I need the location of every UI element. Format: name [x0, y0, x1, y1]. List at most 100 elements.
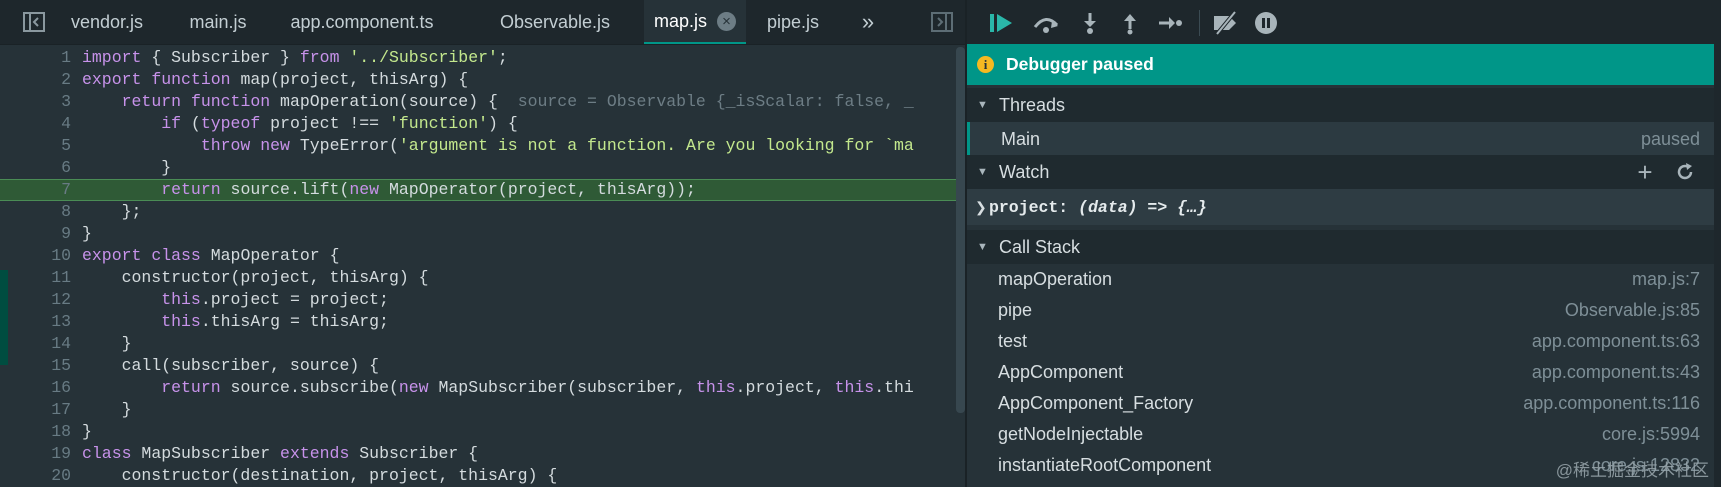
code-token: this	[161, 312, 201, 331]
call-stack-frame[interactable]: mapOperation map.js:7	[967, 264, 1714, 295]
line-number[interactable]: 13	[0, 311, 71, 333]
line-text: call(subscriber, source) {	[82, 355, 379, 377]
watch-expression[interactable]: ❯ project: (data) => {…}	[967, 189, 1714, 225]
code-line[interactable]: 12 this.project = project;	[0, 289, 958, 311]
line-number[interactable]: 20	[0, 465, 71, 487]
resume-button[interactable]	[987, 8, 1017, 38]
code-line[interactable]: 19 class MapSubscriber extends Subscriber…	[0, 443, 958, 465]
step-into-button[interactable]	[1075, 8, 1105, 38]
code-line[interactable]: 2 export function map(project, thisArg) {	[0, 69, 958, 91]
code-line[interactable]: 1 import { Subscriber } from '../Subscrib…	[0, 47, 958, 69]
thread-item-main[interactable]: Main paused	[967, 122, 1714, 156]
tab-label: app.component.ts	[290, 11, 434, 32]
step-button[interactable]	[1155, 8, 1185, 38]
line-number[interactable]: 7	[0, 180, 71, 200]
watermark: @稀土掘金技术社区	[1555, 461, 1709, 480]
code-line[interactable]: 10 export class MapOperator {	[0, 245, 958, 267]
code-line[interactable]: 4 if (typeof project !== 'function') {	[0, 113, 958, 135]
toggle-navigator-button[interactable]	[12, 0, 56, 44]
code-line[interactable]: 15 call(subscriber, source) {	[0, 355, 958, 377]
code-token: ;	[497, 48, 508, 67]
threads-section-header[interactable]: ▼ Threads	[967, 88, 1714, 122]
code-line[interactable]: 6 }	[0, 157, 958, 179]
code-line[interactable]: 20 constructor(destination, project, thi…	[0, 465, 958, 487]
deactivate-breakpoints-button[interactable]	[1211, 8, 1241, 38]
code-token: class	[82, 444, 132, 463]
frame-function-name: AppComponent_Factory	[998, 393, 1194, 413]
code-token: function	[151, 70, 231, 89]
line-number[interactable]: 10	[0, 245, 71, 267]
line-number[interactable]: 19	[0, 443, 71, 465]
code-token: MapSubscriber(subscriber,	[428, 378, 696, 397]
collapse-caret-icon: ▼	[977, 241, 988, 253]
refresh-watch-button[interactable]	[1670, 155, 1700, 189]
call-stack-frame[interactable]: AppComponent_Factory app.component.ts:116	[967, 388, 1714, 419]
line-text: constructor(project, thisArg) {	[82, 267, 429, 289]
line-number[interactable]: 5	[0, 135, 71, 157]
watch-expression-name: project:	[989, 197, 1079, 217]
debugger-scrollbar[interactable]	[1714, 44, 1721, 487]
call-stack-frame[interactable]: getNodeInjectable core.js:5994	[967, 419, 1714, 450]
frame-function-name: pipe	[998, 300, 1033, 320]
code-line[interactable]: 11 constructor(project, thisArg) {	[0, 267, 958, 289]
step-over-icon	[1033, 18, 1059, 33]
line-number[interactable]: 2	[0, 69, 71, 91]
line-number[interactable]: 17	[0, 399, 71, 421]
call-stack-frame[interactable]: pipe Observable.js:85	[967, 295, 1714, 326]
line-number[interactable]: 1	[0, 47, 71, 69]
line-text: }	[82, 333, 132, 355]
line-text: return function mapOperation(source) { s…	[82, 91, 914, 113]
code-line[interactable]: 16 return source.subscribe(new MapSubscr…	[0, 377, 958, 399]
code-token: '../Subscriber'	[349, 48, 498, 67]
watch-section-header[interactable]: ▼ Watch +	[967, 155, 1714, 189]
line-number[interactable]: 4	[0, 113, 71, 135]
tab-main-js[interactable]: main.js	[172, 0, 264, 44]
code-line[interactable]: 8 };	[0, 201, 958, 223]
code-token: (	[181, 114, 201, 133]
code-token: throw	[200, 136, 251, 155]
tab-map-js[interactable]: map.js ×	[644, 0, 746, 44]
line-text: return source.subscribe(new MapSubscribe…	[82, 377, 914, 399]
add-watch-button[interactable]: +	[1630, 155, 1660, 189]
call-stack-section-header[interactable]: ▼ Call Stack	[967, 230, 1714, 264]
line-number[interactable]: 14	[0, 333, 71, 355]
step-over-button[interactable]	[1031, 8, 1061, 38]
section-title: Call Stack	[999, 236, 1081, 257]
code-line[interactable]: 9}	[0, 223, 958, 245]
code-line[interactable]: 17 }	[0, 399, 958, 421]
line-number[interactable]: 18	[0, 421, 71, 443]
line-number[interactable]: 16	[0, 377, 71, 399]
tab-app-component-ts[interactable]: app.component.ts	[278, 0, 446, 44]
call-stack-frame[interactable]: test app.component.ts:63	[967, 326, 1714, 357]
expand-arrow-icon[interactable]: ❯	[975, 199, 987, 216]
tab-observable-js[interactable]: Observable.js	[480, 0, 630, 44]
line-number[interactable]: 8	[0, 201, 71, 223]
code-line[interactable]: 13 this.thisArg = thisArg;	[0, 311, 958, 333]
line-text: return source.lift(new MapOperator(proje…	[82, 180, 696, 200]
code-token: MapOperator {	[200, 246, 340, 265]
toggle-debugger-button[interactable]	[920, 0, 964, 44]
close-tab-icon[interactable]: ×	[717, 11, 736, 31]
line-text: }	[82, 157, 171, 179]
line-number[interactable]: 11	[0, 267, 71, 289]
line-number[interactable]: 12	[0, 289, 71, 311]
code-line[interactable]: 3 return function mapOperation(source) {…	[0, 91, 958, 113]
more-tabs-button[interactable]: »	[848, 0, 888, 44]
pause-on-exceptions-button[interactable]	[1251, 8, 1281, 38]
line-number[interactable]: 9	[0, 223, 71, 245]
code-line[interactable]: 14 }	[0, 333, 958, 355]
line-number[interactable]: 3	[0, 91, 71, 113]
current-execution-line[interactable]: 7 return source.lift(new MapOperator(pro…	[0, 179, 958, 201]
code-line[interactable]: 18}	[0, 421, 958, 443]
tab-vendor-js[interactable]: vendor.js	[56, 0, 158, 44]
line-number[interactable]: 15	[0, 355, 71, 377]
code-line[interactable]: 5 throw new TypeError('argument is not a…	[0, 135, 958, 157]
step-out-button[interactable]	[1115, 8, 1145, 38]
line-number[interactable]: 6	[0, 157, 71, 179]
editor-scrollbar[interactable]	[956, 47, 965, 413]
tab-pipe-js[interactable]: pipe.js	[750, 0, 836, 44]
call-stack-frame[interactable]: AppComponent app.component.ts:43	[967, 357, 1714, 388]
